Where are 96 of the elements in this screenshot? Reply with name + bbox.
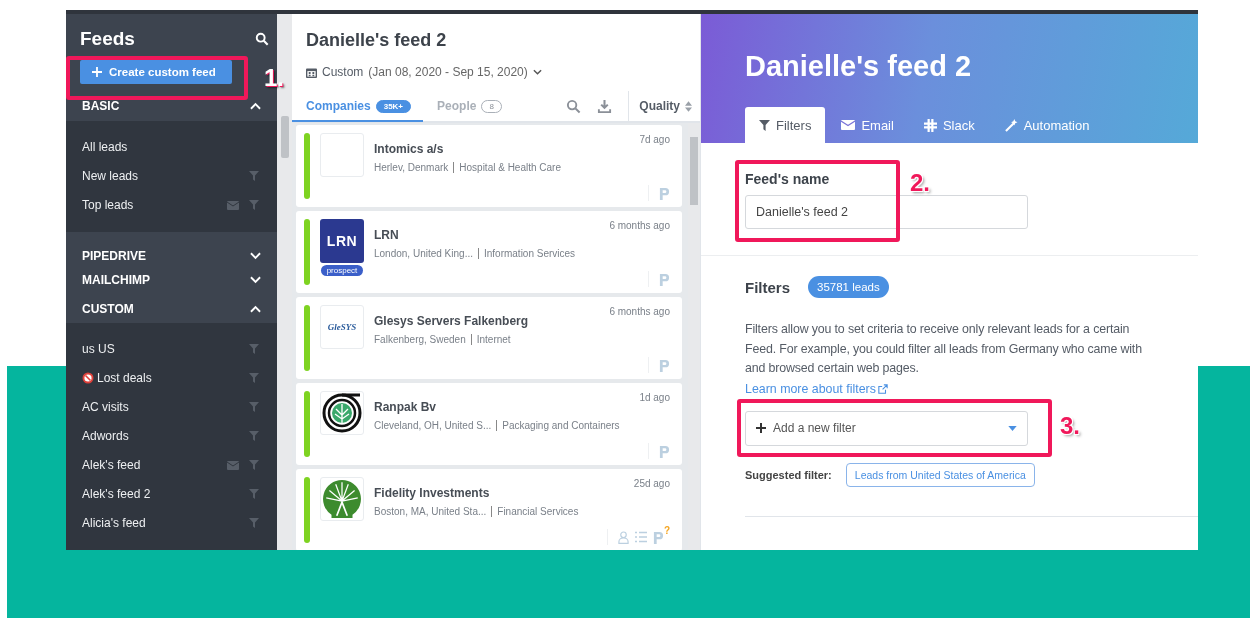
scrollbar-thumb[interactable] bbox=[690, 137, 698, 205]
feed-item[interactable]: New leads bbox=[66, 161, 277, 191]
feed-item[interactable]: Top leads bbox=[66, 190, 277, 220]
company-location: Herlev, Denmark bbox=[374, 162, 449, 173]
calendar-icon bbox=[306, 66, 317, 78]
feed-label: New leads bbox=[82, 169, 140, 184]
section-title: BASIC bbox=[82, 99, 120, 114]
company-industry: Information Services bbox=[483, 248, 576, 259]
p-letter-icon[interactable] bbox=[659, 443, 670, 459]
feed-label: All leads bbox=[82, 140, 129, 155]
add-filter-dropdown[interactable]: Add a new filter bbox=[745, 410, 1028, 446]
feed-item[interactable]: Lost deals bbox=[66, 364, 277, 393]
suggested-filter-chip[interactable]: Leads from United States of America bbox=[845, 462, 1035, 487]
p-letter-icon[interactable] bbox=[659, 357, 670, 373]
filter-icon bbox=[759, 119, 770, 131]
time-ago: 7d ago bbox=[639, 134, 670, 145]
sidebar-title: Feeds bbox=[80, 28, 135, 50]
step-number: 2. bbox=[910, 171, 930, 195]
company-location: London, United King... bbox=[374, 248, 473, 259]
plus-icon bbox=[756, 423, 766, 433]
feed-item[interactable]: us US bbox=[66, 335, 277, 364]
wand-icon bbox=[1004, 118, 1018, 132]
feed-label: us US bbox=[82, 342, 116, 357]
company-logo bbox=[320, 391, 364, 435]
company-location: Boston, MA, United Sta... bbox=[374, 506, 487, 517]
feed-item[interactable]: All leads bbox=[66, 132, 277, 162]
company-name: Fidelity Investments bbox=[374, 486, 490, 500]
caret-icon bbox=[1008, 425, 1017, 431]
section-title: Filters bbox=[745, 278, 790, 296]
feed-name-field[interactable]: Danielle's feed 2 bbox=[745, 195, 1028, 229]
feed-item[interactable]: Alicia's feed bbox=[66, 509, 277, 538]
section-title: PIPEDRIVE bbox=[82, 248, 147, 263]
section-header[interactable]: CUSTOM bbox=[66, 294, 277, 323]
suggested-filter-label: Suggested filter: bbox=[745, 468, 832, 481]
company-industry: Financial Services bbox=[497, 506, 579, 517]
company-card[interactable]: GleSYS Glesys Servers Falkenberg Falkenberg, Sweden Internet 6 months ago bbox=[296, 297, 682, 379]
company-industry: Packaging and Containers bbox=[502, 420, 620, 431]
chevron-icon bbox=[532, 69, 542, 75]
company-logo: LRN bbox=[320, 219, 364, 263]
feed-label: Lost deals bbox=[97, 371, 153, 386]
feed-item[interactable]: Alek's feed 2 bbox=[66, 480, 277, 509]
person-icon[interactable] bbox=[617, 530, 629, 544]
list-tab[interactable]: People 8 bbox=[423, 92, 514, 122]
company-name: Intomics a/s bbox=[374, 142, 444, 156]
p-letter-icon[interactable] bbox=[659, 271, 670, 287]
feed-title: Danielle's feed 2 bbox=[745, 50, 973, 83]
p-letter-icon[interactable] bbox=[659, 185, 670, 201]
company-card[interactable]: Intomics a/s Herlev, Denmark Hospital & Health Care 7d ago bbox=[296, 125, 682, 207]
field-label: Feed's name bbox=[745, 171, 830, 187]
time-ago: 6 months ago bbox=[609, 220, 670, 231]
company-name: LRN bbox=[374, 228, 399, 242]
search-icon[interactable] bbox=[255, 32, 269, 46]
feed-item[interactable]: Adwords bbox=[66, 422, 277, 451]
company-name: Glesys Servers Falkenberg bbox=[374, 314, 529, 328]
hash-icon bbox=[923, 118, 937, 132]
date-range-dropdown[interactable]: Custom (Jan 08, 2020 - Sep 15, 2020) bbox=[292, 51, 700, 79]
sort-icon bbox=[685, 100, 692, 112]
feed-title: Danielle's feed 2 bbox=[305, 29, 448, 51]
time-ago: 1d ago bbox=[639, 392, 670, 403]
external-link-icon bbox=[877, 383, 888, 394]
company-card[interactable]: Fidelity Investments Boston, MA, United Sta... Financial Services 25d ago ? bbox=[296, 469, 682, 550]
leads-count-badge: 35781 leads bbox=[808, 276, 889, 298]
step-number: 3. bbox=[1060, 414, 1080, 438]
plus-icon bbox=[92, 67, 102, 77]
feed-label: Adwords bbox=[82, 429, 130, 444]
prospect-tag: prospect bbox=[320, 265, 364, 276]
question-mark: ? bbox=[663, 524, 670, 536]
section-title: MAILCHIMP bbox=[82, 272, 150, 287]
section-header[interactable]: PIPEDRIVE bbox=[66, 231, 277, 266]
company-name: Ranpak Bv bbox=[374, 400, 437, 414]
company-logo bbox=[320, 477, 364, 521]
list-icon[interactable] bbox=[634, 531, 647, 543]
company-industry: Hospital & Health Care bbox=[459, 162, 561, 173]
feed-item[interactable]: AC visits bbox=[66, 393, 277, 422]
mail-icon bbox=[841, 120, 856, 130]
scrollbar-thumb[interactable] bbox=[281, 116, 289, 158]
company-location: Cleveland, OH, United S... bbox=[374, 420, 492, 431]
feed-label: Alek's feed bbox=[82, 458, 142, 473]
feed-item[interactable]: Alek's feed bbox=[66, 451, 277, 480]
section-title: CUSTOM bbox=[82, 301, 134, 316]
feed-label: Alek's feed 2 bbox=[82, 487, 152, 502]
time-ago: 25d ago bbox=[633, 478, 670, 489]
download-icon[interactable] bbox=[597, 98, 613, 114]
feed-label: Top leads bbox=[82, 198, 135, 213]
settings-tab[interactable]: Filters bbox=[745, 107, 826, 143]
company-card[interactable]: LRN prospect LRN London, United King... Information Services 6 months ago bbox=[296, 211, 682, 293]
feed-label: Alicia's feed bbox=[82, 516, 147, 531]
section-header[interactable]: MAILCHIMP bbox=[66, 265, 277, 295]
filters-description: Filters allow you to set criteria to receive only relevant leads for a certain Feed. For example, you could filter all leads from Germany who came with and browsed certain web pages. bbox=[745, 321, 1143, 377]
company-logo: GleSYS bbox=[320, 305, 364, 349]
p-letter-icon[interactable] bbox=[652, 529, 664, 545]
company-card[interactable]: Ranpak Bv Cleveland, OH, United S... Packaging and Containers 1d ago bbox=[296, 383, 682, 465]
feed-label: AC visits bbox=[82, 400, 130, 415]
time-ago: 6 months ago bbox=[609, 306, 670, 317]
company-industry: Internet bbox=[476, 334, 511, 345]
company-location: Falkenberg, Sweden bbox=[374, 334, 466, 345]
